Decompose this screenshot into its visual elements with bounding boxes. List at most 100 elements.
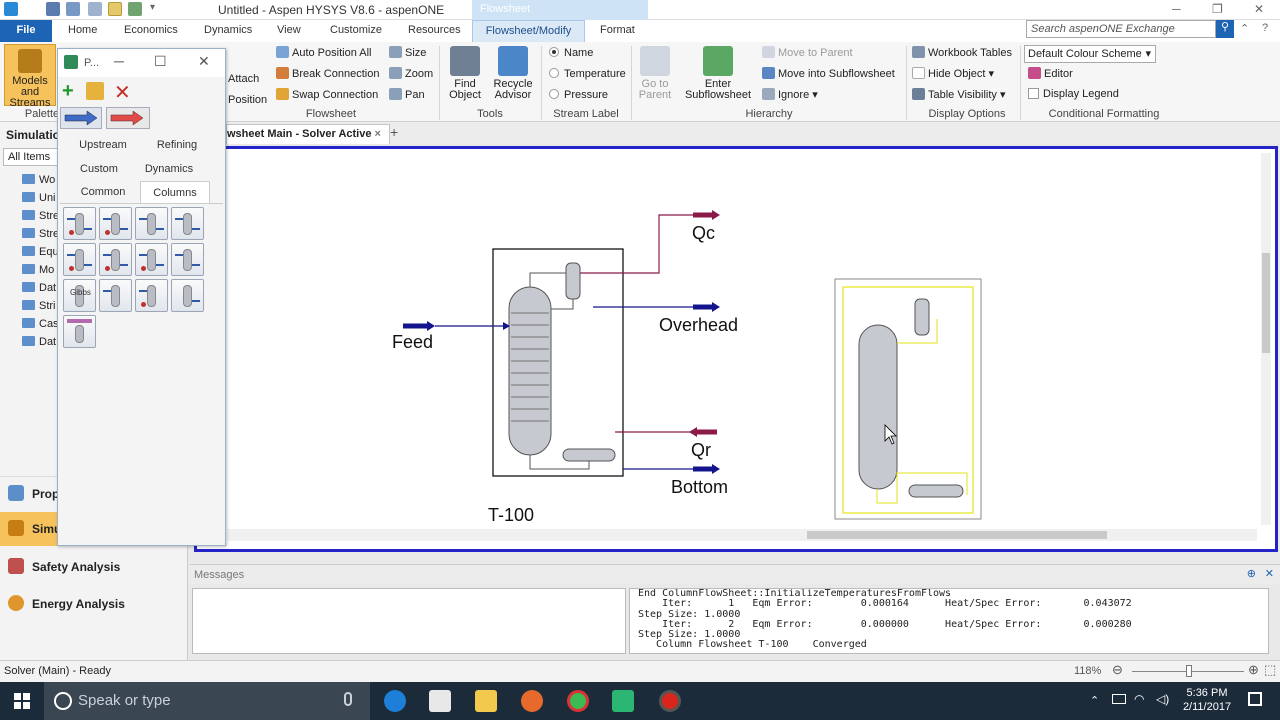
- three-phase-distillation-icon[interactable]: [63, 243, 96, 276]
- wifi-icon[interactable]: ◠: [1134, 692, 1144, 706]
- delete-icon[interactable]: ✕: [114, 80, 131, 105]
- nav-tree-item[interactable]: Stre: [10, 228, 59, 240]
- tab-dynamics[interactable]: Dynamics: [204, 24, 252, 36]
- scrollbar-thumb[interactable]: [1262, 253, 1270, 353]
- object-palette-window[interactable]: P... ─ ☐ ✕ + ✕ Upstream Refining Custom …: [57, 48, 226, 546]
- recycle-advisor-button[interactable]: Recycle Advisor: [490, 46, 536, 101]
- ignore-dropdown[interactable]: Ignore ▾: [762, 88, 818, 101]
- qat-dropdown-icon[interactable]: ▾: [150, 2, 164, 16]
- move-to-parent-button[interactable]: Move to Parent: [762, 46, 853, 59]
- pin-icon[interactable]: ⊕: [1247, 567, 1256, 580]
- gibbs-reactor-icon[interactable]: Gibbs: [63, 279, 96, 312]
- show-hidden-icons-icon[interactable]: ⌃: [1090, 694, 1099, 707]
- go-to-parent-button[interactable]: Go to Parent: [636, 46, 674, 101]
- hide-object-dropdown[interactable]: Hide Object ▾: [912, 67, 994, 80]
- tab-economics[interactable]: Economics: [124, 24, 178, 36]
- tab-view[interactable]: View: [277, 24, 301, 36]
- messages-left-panel[interactable]: [192, 588, 626, 654]
- close-tab-icon[interactable]: ×: [375, 128, 381, 140]
- column-sub-flowsheet-icon[interactable]: [171, 279, 204, 312]
- undo-icon[interactable]: [66, 2, 80, 16]
- material-stream-button[interactable]: [60, 107, 102, 129]
- absorber-icon[interactable]: [63, 207, 96, 240]
- nav-tree-item[interactable]: Wo: [10, 174, 55, 186]
- tab-format[interactable]: Format: [600, 24, 635, 36]
- reboiler[interactable]: [562, 448, 616, 462]
- cortana-search-box[interactable]: Speak or type: [44, 682, 370, 720]
- battery-icon[interactable]: [1112, 694, 1126, 704]
- tab-customize[interactable]: Customize: [330, 24, 382, 36]
- palette-tab-columns[interactable]: Columns: [140, 181, 210, 203]
- minimize-icon[interactable]: ─: [1172, 2, 1181, 16]
- attach-button[interactable]: Attach: [228, 73, 259, 85]
- short-cut-column-icon[interactable]: [135, 243, 168, 276]
- column-shell[interactable]: [508, 286, 552, 456]
- models-streams-button[interactable]: Models and Streams: [4, 44, 56, 109]
- palette-tab-upstream[interactable]: Upstream: [68, 139, 138, 151]
- reboiled-absorber-icon[interactable]: [135, 207, 168, 240]
- zoom-out-icon[interactable]: ⊖: [1112, 662, 1123, 678]
- refluxed-absorber-icon[interactable]: [99, 207, 132, 240]
- horizontal-scrollbar[interactable]: [227, 529, 1257, 541]
- zoom-slider-thumb[interactable]: [1186, 665, 1192, 677]
- stream-label-temperature-radio[interactable]: Temperature: [549, 68, 626, 80]
- nav-tree-item[interactable]: Uni: [10, 192, 56, 204]
- nav-tree-item[interactable]: Stri: [10, 300, 56, 312]
- condenser[interactable]: [565, 262, 581, 300]
- nav-safety-analysis-button[interactable]: Safety Analysis: [0, 550, 188, 584]
- lock-icon[interactable]: [86, 82, 104, 100]
- nav-filter-select[interactable]: All Items: [3, 148, 58, 166]
- break-connection-button[interactable]: Break Connection: [276, 67, 379, 80]
- nav-tree-item[interactable]: Dat: [10, 282, 56, 294]
- auto-position-all-button[interactable]: Auto Position All: [276, 46, 372, 59]
- chrome-icon[interactable]: [567, 690, 589, 712]
- palette-tab-dynamics[interactable]: Dynamics: [134, 163, 204, 175]
- collapse-ribbon-icon[interactable]: ⌃: [1240, 22, 1249, 35]
- recorder-icon[interactable]: [659, 690, 681, 712]
- close-icon[interactable]: ✕: [1265, 567, 1274, 580]
- nav-tree-item[interactable]: Dat: [10, 336, 56, 348]
- table-visibility-dropdown[interactable]: Table Visibility ▾: [912, 88, 1005, 101]
- windows-start-icon[interactable]: [14, 693, 30, 709]
- help-icon[interactable]: ?: [1262, 22, 1268, 34]
- enter-subflowsheet-button[interactable]: Enter Subflowsheet: [682, 46, 754, 101]
- stream-label-name-radio[interactable]: Name: [549, 47, 593, 59]
- close-icon[interactable]: ✕: [1254, 2, 1264, 16]
- palette-tab-custom[interactable]: Custom: [64, 163, 134, 175]
- tab-flowsheet-main[interactable]: wsheet Main - Solver Active ×: [226, 124, 390, 144]
- size-button[interactable]: Size: [389, 46, 426, 59]
- workbook-tables-button[interactable]: Workbook Tables: [912, 46, 1012, 59]
- restore-icon[interactable]: ❐: [1212, 2, 1223, 16]
- fit-screen-icon[interactable]: ⬚: [1264, 662, 1276, 678]
- close-icon[interactable]: ✕: [198, 53, 210, 70]
- swap-connection-button[interactable]: Swap Connection: [276, 88, 378, 101]
- messages-log-panel[interactable]: End ColumnFlowSheet::InitializeTemperatu…: [629, 588, 1269, 654]
- user-icon[interactable]: [128, 2, 142, 16]
- notifications-icon[interactable]: [1248, 692, 1262, 706]
- folder-icon[interactable]: [108, 2, 122, 16]
- zoom-button[interactable]: Zoom: [389, 67, 433, 80]
- distillation-column-icon[interactable]: [171, 207, 204, 240]
- edge-icon[interactable]: [384, 690, 406, 712]
- liquid-liquid-extractor-icon[interactable]: [99, 243, 132, 276]
- vertical-scrollbar[interactable]: [1261, 153, 1271, 525]
- find-object-button[interactable]: Find Object: [444, 46, 486, 101]
- taskbar-clock[interactable]: 5:36 PM 2/11/2017: [1182, 686, 1232, 714]
- display-legend-checkbox[interactable]: Display Legend: [1028, 88, 1119, 100]
- nav-tree-item[interactable]: Mo: [10, 264, 54, 276]
- tab-file[interactable]: File: [0, 20, 52, 42]
- minimize-icon[interactable]: ─: [114, 53, 124, 69]
- scrollbar-thumb[interactable]: [807, 531, 1107, 539]
- tab-resources[interactable]: Resources: [408, 24, 461, 36]
- file-explorer-icon[interactable]: [475, 690, 497, 712]
- nav-energy-analysis-button[interactable]: Energy Analysis: [0, 587, 188, 621]
- stream-label-pressure-radio[interactable]: Pressure: [549, 89, 608, 101]
- editor-button[interactable]: Editor: [1028, 67, 1073, 80]
- redo-icon[interactable]: [88, 2, 102, 16]
- palette-tab-common[interactable]: Common: [68, 186, 138, 198]
- store-icon[interactable]: [429, 690, 451, 712]
- tab-flowsheet-modify[interactable]: Flowsheet/Modify: [472, 20, 585, 42]
- nav-tree-item[interactable]: Equ: [10, 246, 59, 258]
- palette-tab-refining[interactable]: Refining: [142, 139, 212, 151]
- volume-icon[interactable]: ◁): [1156, 692, 1169, 706]
